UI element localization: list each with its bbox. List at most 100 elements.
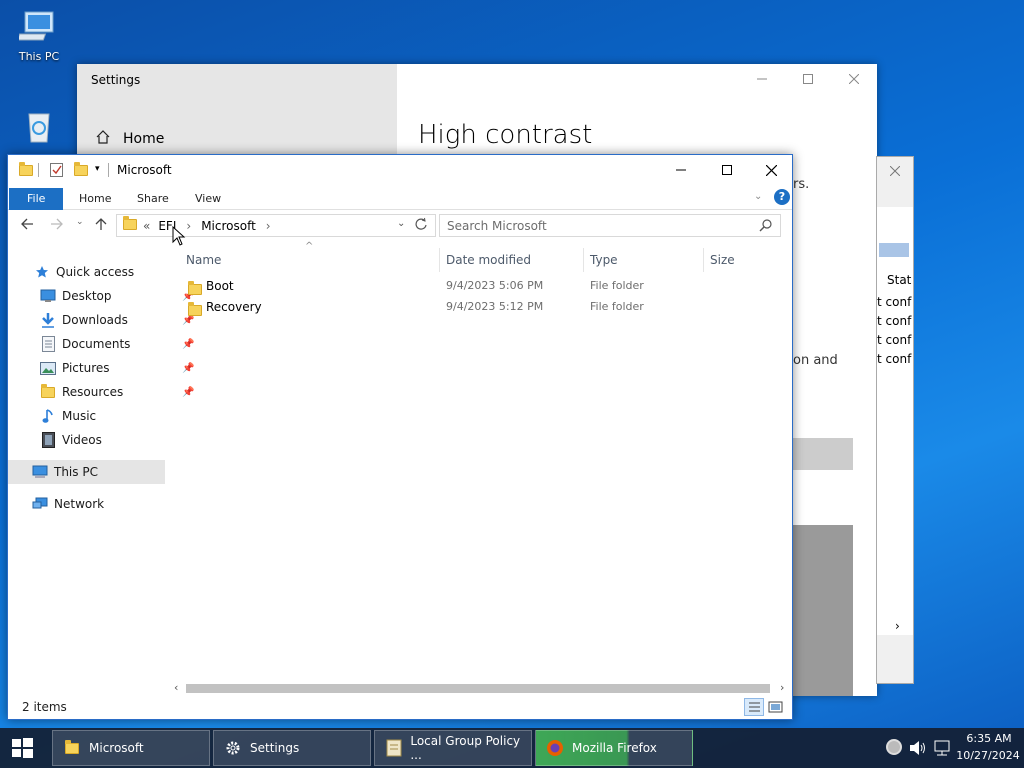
details-view-button[interactable] [744, 698, 764, 716]
network-tray-icon[interactable] [933, 740, 951, 759]
column-header-type[interactable]: Type [584, 248, 704, 272]
tab-share[interactable]: Share [123, 188, 183, 210]
videos-icon [40, 432, 56, 448]
start-button[interactable] [10, 736, 34, 763]
quick-folder-icon[interactable] [19, 162, 33, 179]
minimize-icon [757, 78, 767, 80]
settings-home-label: Home [123, 131, 165, 147]
settings-minimize-button[interactable] [739, 64, 785, 94]
taskbar-label: Microsoft [89, 741, 144, 755]
computer-icon [16, 8, 59, 48]
tab-home[interactable]: Home [65, 188, 125, 210]
taskbar-label: Settings [250, 741, 300, 755]
breadcrumb-separator: › [186, 218, 192, 233]
nav-label: This PC [54, 465, 98, 479]
column-header-name[interactable]: Name [180, 248, 440, 272]
settings-maximize-button[interactable] [785, 64, 831, 94]
arrow-left-icon [21, 218, 33, 230]
nav-quick-access[interactable]: Quick access [34, 260, 134, 284]
scroll-right-icon[interactable]: › [780, 681, 784, 694]
taskbar-item-settings[interactable]: Settings [213, 730, 371, 766]
search-icon[interactable] [759, 219, 772, 235]
nav-item-downloads[interactable]: Downloads 📌 [40, 308, 194, 332]
customize-qat-icon[interactable]: ▾ [95, 164, 100, 174]
explorer-minimize-button[interactable] [658, 155, 704, 185]
explorer-maximize-button[interactable] [704, 155, 750, 185]
properties-icon[interactable] [50, 163, 64, 180]
nav-label: Videos [62, 433, 102, 447]
forward-button[interactable] [50, 217, 64, 234]
recycle-bin-icon [19, 106, 59, 146]
desktop-icon-recycle-bin[interactable] [9, 106, 69, 148]
file-type: File folder [590, 300, 644, 313]
action-center-icon[interactable] [886, 739, 902, 755]
nav-item-documents[interactable]: Documents 📌 [40, 332, 194, 356]
file-date: 9/4/2023 5:06 PM [446, 279, 544, 292]
address-dropdown-button[interactable]: ⌄ [397, 218, 405, 229]
file-name: Boot [206, 279, 234, 293]
mouse-cursor [172, 226, 186, 246]
nav-label: Music [62, 409, 97, 423]
clock-date[interactable]: 10/27/2024 [955, 749, 1021, 762]
background-window-body [877, 207, 913, 635]
taskbar-item-explorer[interactable]: Microsoft [52, 730, 210, 766]
address-bar[interactable]: « EFI › Microsoft › ⌄ [116, 214, 436, 237]
explorer-close-button[interactable] [748, 155, 794, 185]
large-icons-view-button[interactable] [768, 700, 784, 717]
nav-item-desktop[interactable]: Desktop 📌 [40, 284, 194, 308]
settings-close-button[interactable] [831, 64, 877, 94]
volume-icon[interactable] [909, 740, 927, 759]
nav-label: Quick access [56, 265, 135, 279]
search-placeholder: Search Microsoft [447, 218, 547, 233]
tab-file[interactable]: File [9, 188, 64, 210]
refresh-button[interactable] [415, 217, 427, 234]
nav-network[interactable]: Network [32, 492, 104, 516]
file-explorer-window[interactable]: ▾ Microsoft File Home Share View ⌄ ? ⌄ «… [7, 154, 793, 720]
settings-dropdown[interactable] [793, 438, 853, 470]
nav-item-pictures[interactable]: Pictures 📌 [40, 356, 194, 380]
file-name: Recovery [206, 300, 262, 314]
computer-icon [32, 464, 48, 480]
chevron-right-icon[interactable]: › [895, 619, 900, 633]
background-window-row: t conf [877, 352, 912, 366]
close-icon [849, 74, 859, 84]
up-button[interactable] [94, 217, 108, 234]
navigation-pane: Quick access Desktop 📌 Downloads 📌 Docum… [8, 255, 194, 675]
clock-time[interactable]: 6:35 AM [960, 732, 1018, 745]
recent-locations-button[interactable]: ⌄ [76, 217, 84, 227]
search-input[interactable]: Search Microsoft [439, 214, 781, 237]
desktop-icon-this-pc[interactable]: This PC [9, 8, 69, 63]
horizontal-scrollbar[interactable]: ‹ › [172, 680, 792, 696]
breadcrumb-microsoft[interactable]: Microsoft [201, 219, 256, 233]
scroll-left-icon[interactable]: ‹ [174, 681, 178, 694]
expand-ribbon-button[interactable]: ⌄ [754, 191, 762, 202]
file-row[interactable]: Recovery 9/4/2023 5:12 PM File folder [180, 297, 786, 318]
help-icon[interactable]: ? [774, 189, 790, 205]
scrollbar-thumb[interactable] [186, 684, 770, 693]
settings-preview-panel [793, 525, 853, 696]
settings-home-link[interactable]: Home [95, 129, 164, 149]
taskbar-item-firefox[interactable]: Mozilla Firefox [535, 730, 693, 766]
desktop-icon [40, 288, 56, 304]
file-date: 9/4/2023 5:12 PM [446, 300, 544, 313]
nav-item-resources[interactable]: Resources 📌 [40, 380, 194, 404]
background-window[interactable]: Stat t conf t conf t conf t conf › [876, 156, 914, 684]
taskbar-item-group-policy[interactable]: Local Group Policy ... [374, 730, 532, 766]
file-list: ^ Name Date modified Type Size Boot 9/4/… [180, 241, 786, 683]
arrow-right-icon [51, 218, 63, 230]
tab-view[interactable]: View [181, 188, 235, 210]
new-folder-icon[interactable] [74, 162, 88, 179]
folder-icon [19, 162, 33, 176]
nav-item-videos[interactable]: Videos [40, 428, 102, 452]
column-header-size[interactable]: Size [704, 248, 784, 272]
large-icons-view-icon [768, 701, 783, 713]
back-button[interactable] [20, 217, 34, 234]
breadcrumb-overflow[interactable]: « [143, 219, 150, 233]
nav-item-music[interactable]: Music [40, 404, 96, 428]
nav-this-pc[interactable]: This PC [8, 460, 165, 484]
star-icon [34, 264, 50, 280]
close-icon [890, 166, 900, 176]
column-header-date[interactable]: Date modified [440, 248, 584, 272]
background-window-close-button[interactable] [883, 161, 907, 181]
file-row[interactable]: Boot 9/4/2023 5:06 PM File folder [180, 276, 786, 297]
